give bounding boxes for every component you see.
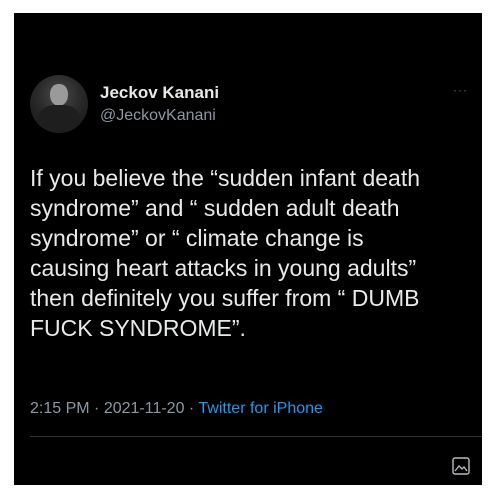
more-options-icon[interactable]: ···	[453, 83, 468, 97]
image-icon[interactable]	[452, 457, 470, 475]
tweet-date[interactable]: 2021-11-20	[104, 400, 185, 417]
tweet-card: Jeckov Kanani @JeckovKanani ··· If you b…	[14, 13, 482, 485]
tweet-line: causing heart attacks in young adults”	[30, 255, 417, 281]
tweet-source-link[interactable]: Twitter for iPhone	[198, 400, 323, 417]
tweet-meta: 2:15 PM · 2021-11-20 · Twitter for iPhon…	[30, 400, 323, 418]
tweet-text: If you believe the “sudden infant death …	[30, 163, 478, 343]
tweet-line: If you believe the “sudden infant death	[30, 165, 421, 191]
tweet-line: syndrome” and “ sudden adult death	[30, 195, 400, 221]
tweet-time[interactable]: 2:15 PM	[30, 400, 90, 417]
avatar[interactable]	[30, 75, 88, 133]
tweet-line: syndrome” or “ climate change is	[30, 225, 364, 251]
tweet-line: FUCK SYNDROME”.	[30, 315, 246, 341]
avatar-head-shape	[50, 84, 68, 106]
divider	[30, 436, 482, 437]
tweet-line: then definitely you suffer from “ DUMB	[30, 285, 420, 311]
author-handle[interactable]: @JeckovKanani	[100, 107, 216, 125]
author-display-name[interactable]: Jeckov Kanani	[100, 83, 219, 103]
meta-separator: ·	[184, 400, 199, 417]
avatar-body-shape	[38, 105, 80, 133]
meta-separator: ·	[89, 400, 104, 417]
